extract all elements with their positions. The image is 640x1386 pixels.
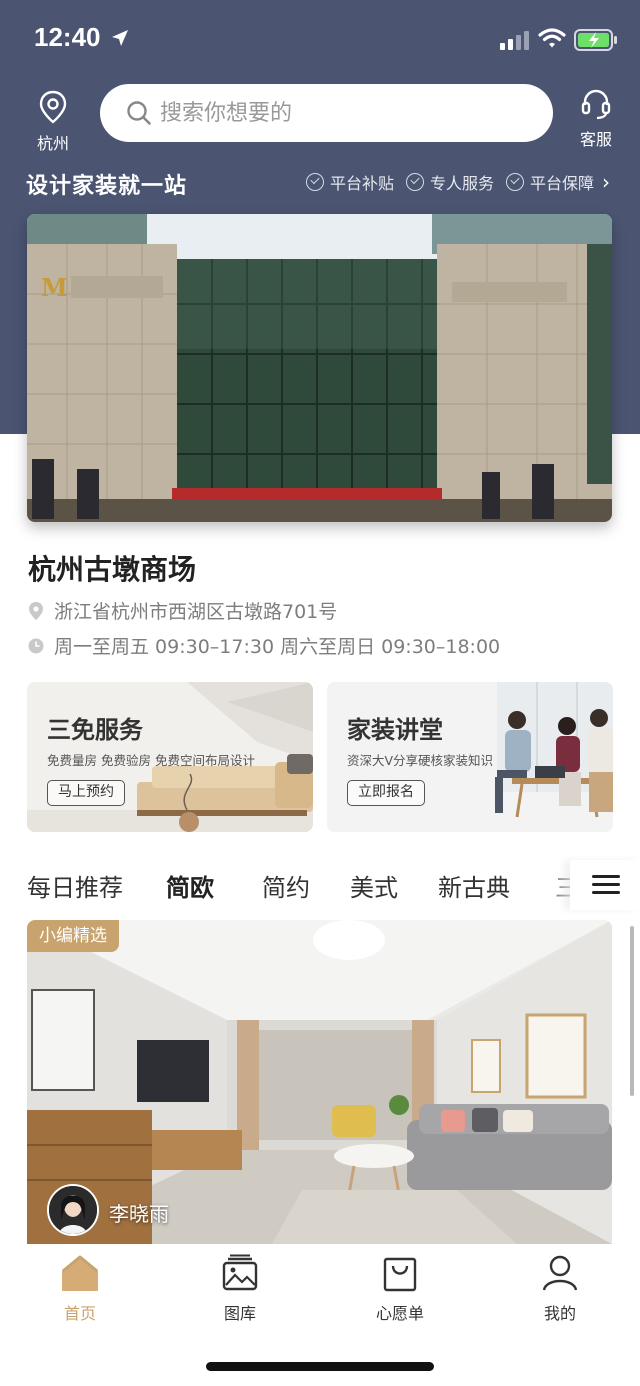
tab-neoclassical[interactable]: 新古典 [438,868,510,903]
tab-minimalist[interactable]: 简约 [262,868,310,903]
avatar[interactable] [47,1184,99,1236]
menu-icon-line [592,891,620,894]
wishlist-bag-icon [383,1257,417,1292]
promo-title: 三免服务 [47,716,143,744]
search-input[interactable] [160,94,530,132]
search-icon [127,101,151,125]
editor-pick-tag: 小编精选 [27,920,119,952]
nav-label: 心愿单 [375,1304,424,1323]
check-circle-icon [405,173,424,191]
style-category-tabs: 每日推荐 简欧 简约 美式 新古典 三 [0,860,640,910]
tab-american[interactable]: 美式 [350,868,398,903]
avatar-portrait [49,1186,97,1234]
store-photo[interactable]: M [27,214,612,522]
nav-gallery[interactable]: 图库 [190,1254,290,1324]
badge-dedicated-service: 专人服务 [405,170,494,194]
cellular-signal-icon [500,31,529,50]
city-selector[interactable]: 杭州 [30,90,76,154]
promo-subtitle: 资深大V分享硬核家装知识 [347,753,494,768]
status-bar: 12:40 [0,0,640,80]
gallery-icon [222,1254,258,1291]
promo-subtitle: 免费量房 免费验房 免费空间布局设计 [47,753,255,768]
headset-icon [581,89,611,120]
location-arrow-icon [112,30,128,46]
promo-title: 家装讲堂 [347,716,443,744]
platform-guarantees[interactable]: 平台补贴 专人服务 平台保障 › [294,170,610,194]
nav-home[interactable]: 首页 [30,1254,130,1324]
status-time: 12:40 [34,22,101,52]
battery-charging-icon [574,29,617,51]
wifi-icon [538,28,566,48]
promo-card-free-services[interactable]: 三免服务 免费量房 免费验房 免费空间布局设计 马上预约 [27,682,313,832]
clock-icon [28,638,44,653]
book-now-button[interactable]: 马上预约 [47,780,125,806]
nav-wishlist[interactable]: 心愿单 [350,1254,450,1324]
store-name: 杭州古墩商场 [28,553,197,586]
tab-daily-picks[interactable]: 每日推荐 [27,868,123,903]
mall-building-illustration: M [27,214,612,522]
city-label: 杭州 [36,134,69,153]
platform-slogan: 设计家装就一站 [26,174,188,199]
sign-up-button[interactable]: 立即报名 [347,780,425,806]
scrollbar[interactable] [630,926,634,1096]
living-room-photo [27,920,612,1244]
badge-label: 专人服务 [429,174,494,193]
badge-subsidy: 平台补贴 [305,170,394,194]
author-name[interactable]: 李晓雨 [109,1198,169,1227]
promo-card-decoration-class[interactable]: 家装讲堂 资深大V分享硬核家装知识 立即报名 [327,682,613,832]
tab-simple-european[interactable]: 简欧 [166,868,214,903]
location-pin-icon [29,601,43,620]
chevron-right-icon: › [602,170,610,194]
nav-label: 我的 [543,1304,576,1323]
badge-label: 平台补贴 [329,174,394,193]
svg-text:M: M [41,273,68,302]
address-text: 浙江省杭州市西湖区古墩路701号 [54,601,338,623]
badge-guarantee: 平台保障 [505,170,594,194]
hours-text: 周一至周五 09:30–17:30 周六至周日 09:30–18:00 [54,636,501,658]
home-icon [62,1255,98,1291]
check-circle-icon [505,173,524,191]
store-hours: 周一至周五 09:30–17:30 周六至周日 09:30–18:00 [28,632,500,659]
badge-label: 平台保障 [529,174,594,193]
home-indicator[interactable] [206,1362,434,1371]
search-bar[interactable] [100,84,553,142]
nav-label: 首页 [63,1304,96,1323]
menu-icon [592,875,620,878]
nav-label: 图库 [223,1304,256,1323]
service-label: 客服 [579,130,612,149]
check-circle-icon [305,173,324,191]
profile-icon [542,1255,578,1291]
featured-design-card[interactable]: 小编精选 李晓雨 [27,920,612,1244]
customer-service-button[interactable]: 客服 [574,88,618,150]
location-pin-icon [39,90,67,124]
store-address[interactable]: 浙江省杭州市西湖区古墩路701号 [28,597,337,624]
category-menu-button[interactable] [570,860,640,910]
nav-profile[interactable]: 我的 [510,1254,610,1324]
menu-icon-line [592,883,620,886]
